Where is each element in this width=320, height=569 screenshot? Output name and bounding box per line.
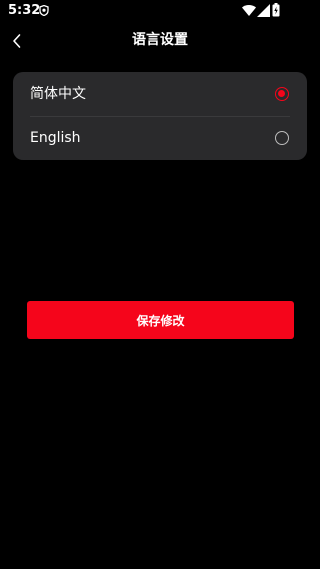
language-option-english[interactable]: English	[13, 116, 307, 160]
status-time: 5:32	[8, 3, 41, 18]
status-bar: 5:32	[0, 0, 320, 22]
radio-button-selected[interactable]	[275, 87, 289, 101]
cellular-signal-icon	[257, 4, 270, 17]
page-title: 语言设置	[132, 32, 188, 48]
language-list: 简体中文 English	[13, 72, 307, 160]
shield-icon	[39, 5, 49, 16]
language-label: English	[30, 130, 81, 146]
wifi-icon	[242, 5, 256, 16]
app-bar: 语言设置	[0, 22, 320, 60]
save-changes-button[interactable]: 保存修改	[27, 301, 294, 339]
battery-charging-icon	[272, 3, 280, 17]
radio-dot	[278, 90, 285, 97]
language-option-simplified-chinese[interactable]: 简体中文	[13, 72, 307, 116]
language-label: 简体中文	[30, 86, 86, 102]
radio-button-unselected[interactable]	[275, 131, 289, 145]
